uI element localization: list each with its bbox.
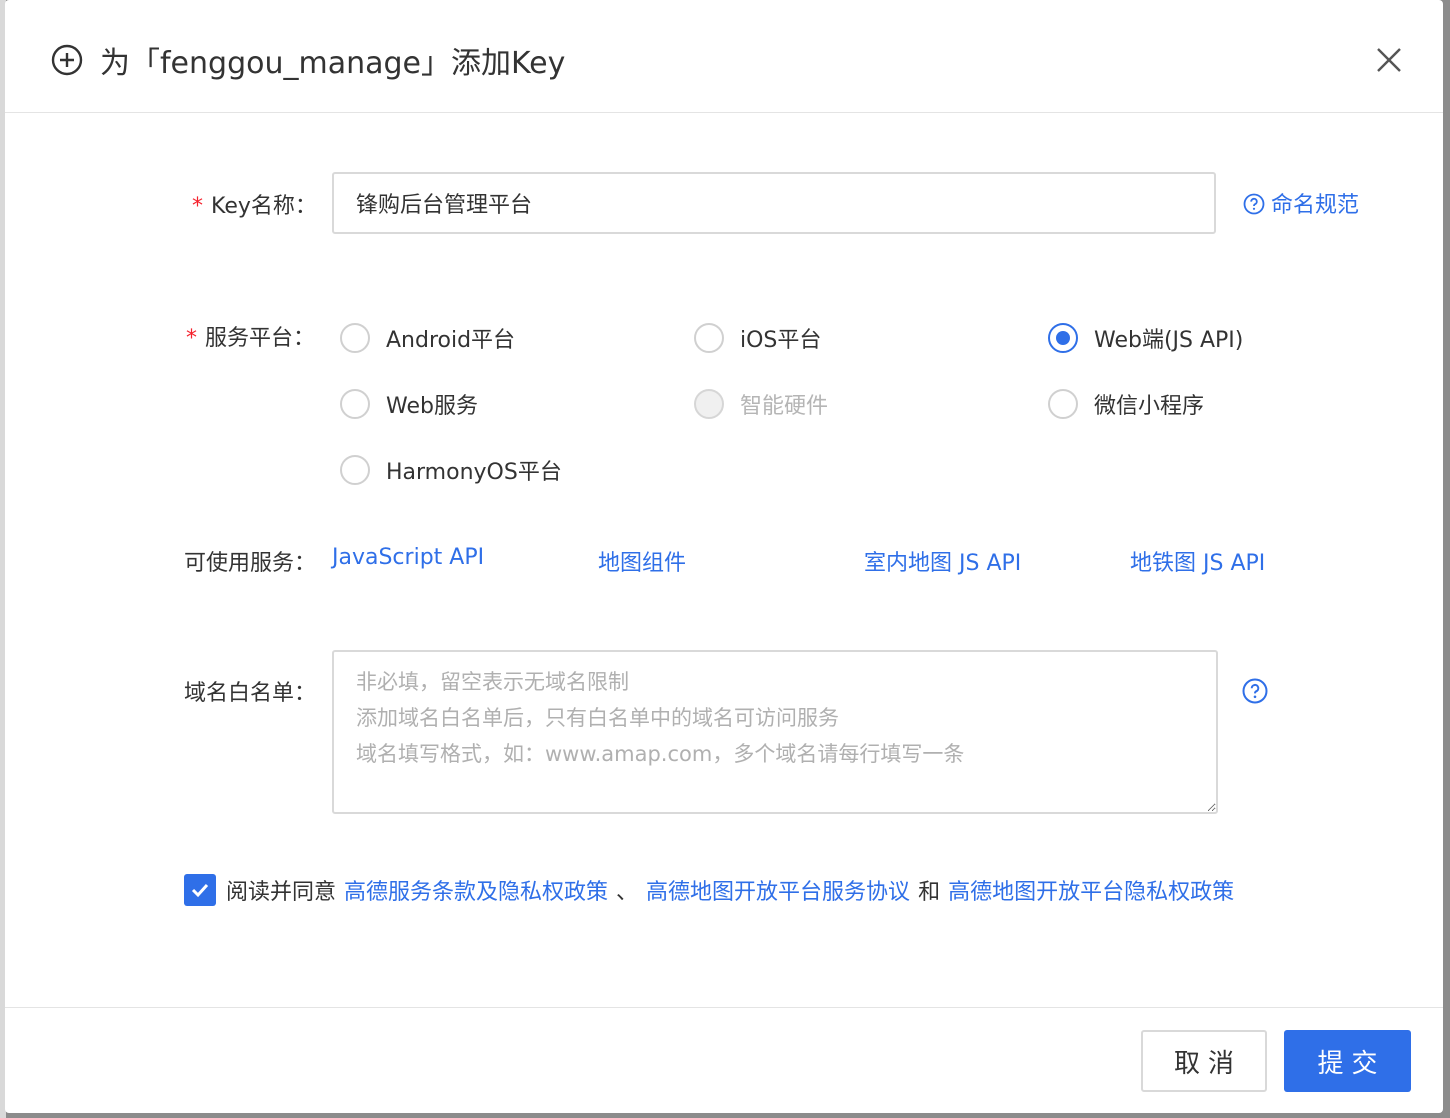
domain-whitelist-textarea[interactable] bbox=[332, 650, 1218, 814]
whitelist-label: 域名白名单： bbox=[184, 681, 317, 706]
service-link-javascript-api[interactable]: JavaScript API bbox=[332, 545, 484, 570]
cancel-button[interactable]: 取消 bbox=[1141, 1030, 1267, 1092]
privacy-policy-link[interactable]: 高德地图开放平台隐私权政策 bbox=[948, 874, 1234, 906]
radio-android[interactable]: Android平台 bbox=[340, 321, 515, 355]
service-link-subway-map[interactable]: 地铁图 JS API bbox=[1130, 545, 1265, 577]
radio-web-js-api[interactable]: Web端(JS API) bbox=[1048, 321, 1243, 355]
service-link-map-components[interactable]: 地图组件 bbox=[598, 545, 686, 577]
terms-privacy-link[interactable]: 高德服务条款及隐私权政策 bbox=[344, 874, 608, 906]
add-key-dialog: 为「fenggou_manage」添加Key *Key名称： 命名规范 *服务平… bbox=[5, 0, 1443, 1113]
naming-rules-link[interactable]: 命名规范 bbox=[1243, 187, 1359, 219]
submit-button[interactable]: 提交 bbox=[1284, 1030, 1411, 1092]
platform-label: * 服务平台： bbox=[186, 326, 316, 351]
close-icon[interactable] bbox=[1373, 44, 1405, 76]
key-name-input[interactable] bbox=[332, 172, 1216, 234]
dialog-header: 为「fenggou_manage」添加Key bbox=[5, 0, 1443, 113]
radio-circle[interactable] bbox=[1048, 389, 1078, 419]
radio-circle[interactable] bbox=[340, 323, 370, 353]
agreement-separator: 、 bbox=[616, 880, 639, 905]
agreement-conjunction: 和 bbox=[918, 880, 941, 905]
question-circle-icon[interactable] bbox=[1242, 678, 1268, 704]
radio-circle[interactable] bbox=[340, 455, 370, 485]
radio-wechat-miniprogram[interactable]: 微信小程序 bbox=[1048, 387, 1204, 421]
circle-plus-icon bbox=[51, 44, 83, 76]
required-mark: * bbox=[186, 326, 197, 351]
agreement-checkbox[interactable] bbox=[184, 874, 216, 906]
radio-circle-checked[interactable] bbox=[1048, 323, 1078, 353]
radio-web-service[interactable]: Web服务 bbox=[340, 387, 478, 421]
question-circle-icon bbox=[1243, 193, 1265, 215]
services-label: 可使用服务： bbox=[184, 551, 317, 576]
dialog-title: 为「fenggou_manage」添加Key bbox=[100, 46, 566, 81]
radio-circle[interactable] bbox=[340, 389, 370, 419]
radio-smart-hardware: 智能硬件 bbox=[694, 387, 828, 421]
radio-harmonyos[interactable]: HarmonyOS平台 bbox=[340, 453, 562, 487]
checkmark-icon bbox=[191, 883, 209, 898]
service-agreement-link[interactable]: 高德地图开放平台服务协议 bbox=[646, 874, 910, 906]
agreement-prefix: 阅读并同意 bbox=[226, 880, 337, 905]
key-name-label: * Key名称： bbox=[192, 194, 317, 219]
radio-circle[interactable] bbox=[694, 323, 724, 353]
dialog-footer: 取消 提交 bbox=[5, 1007, 1443, 1113]
service-link-indoor-map[interactable]: 室内地图 JS API bbox=[864, 545, 1021, 577]
radio-ios[interactable]: iOS平台 bbox=[694, 321, 821, 355]
agreement-row: 阅读并同意 高德服务条款及隐私权政策 、 高德地图开放平台服务协议 和 高德地图… bbox=[184, 873, 1234, 907]
required-mark: * bbox=[192, 194, 203, 219]
radio-circle-disabled bbox=[694, 389, 724, 419]
